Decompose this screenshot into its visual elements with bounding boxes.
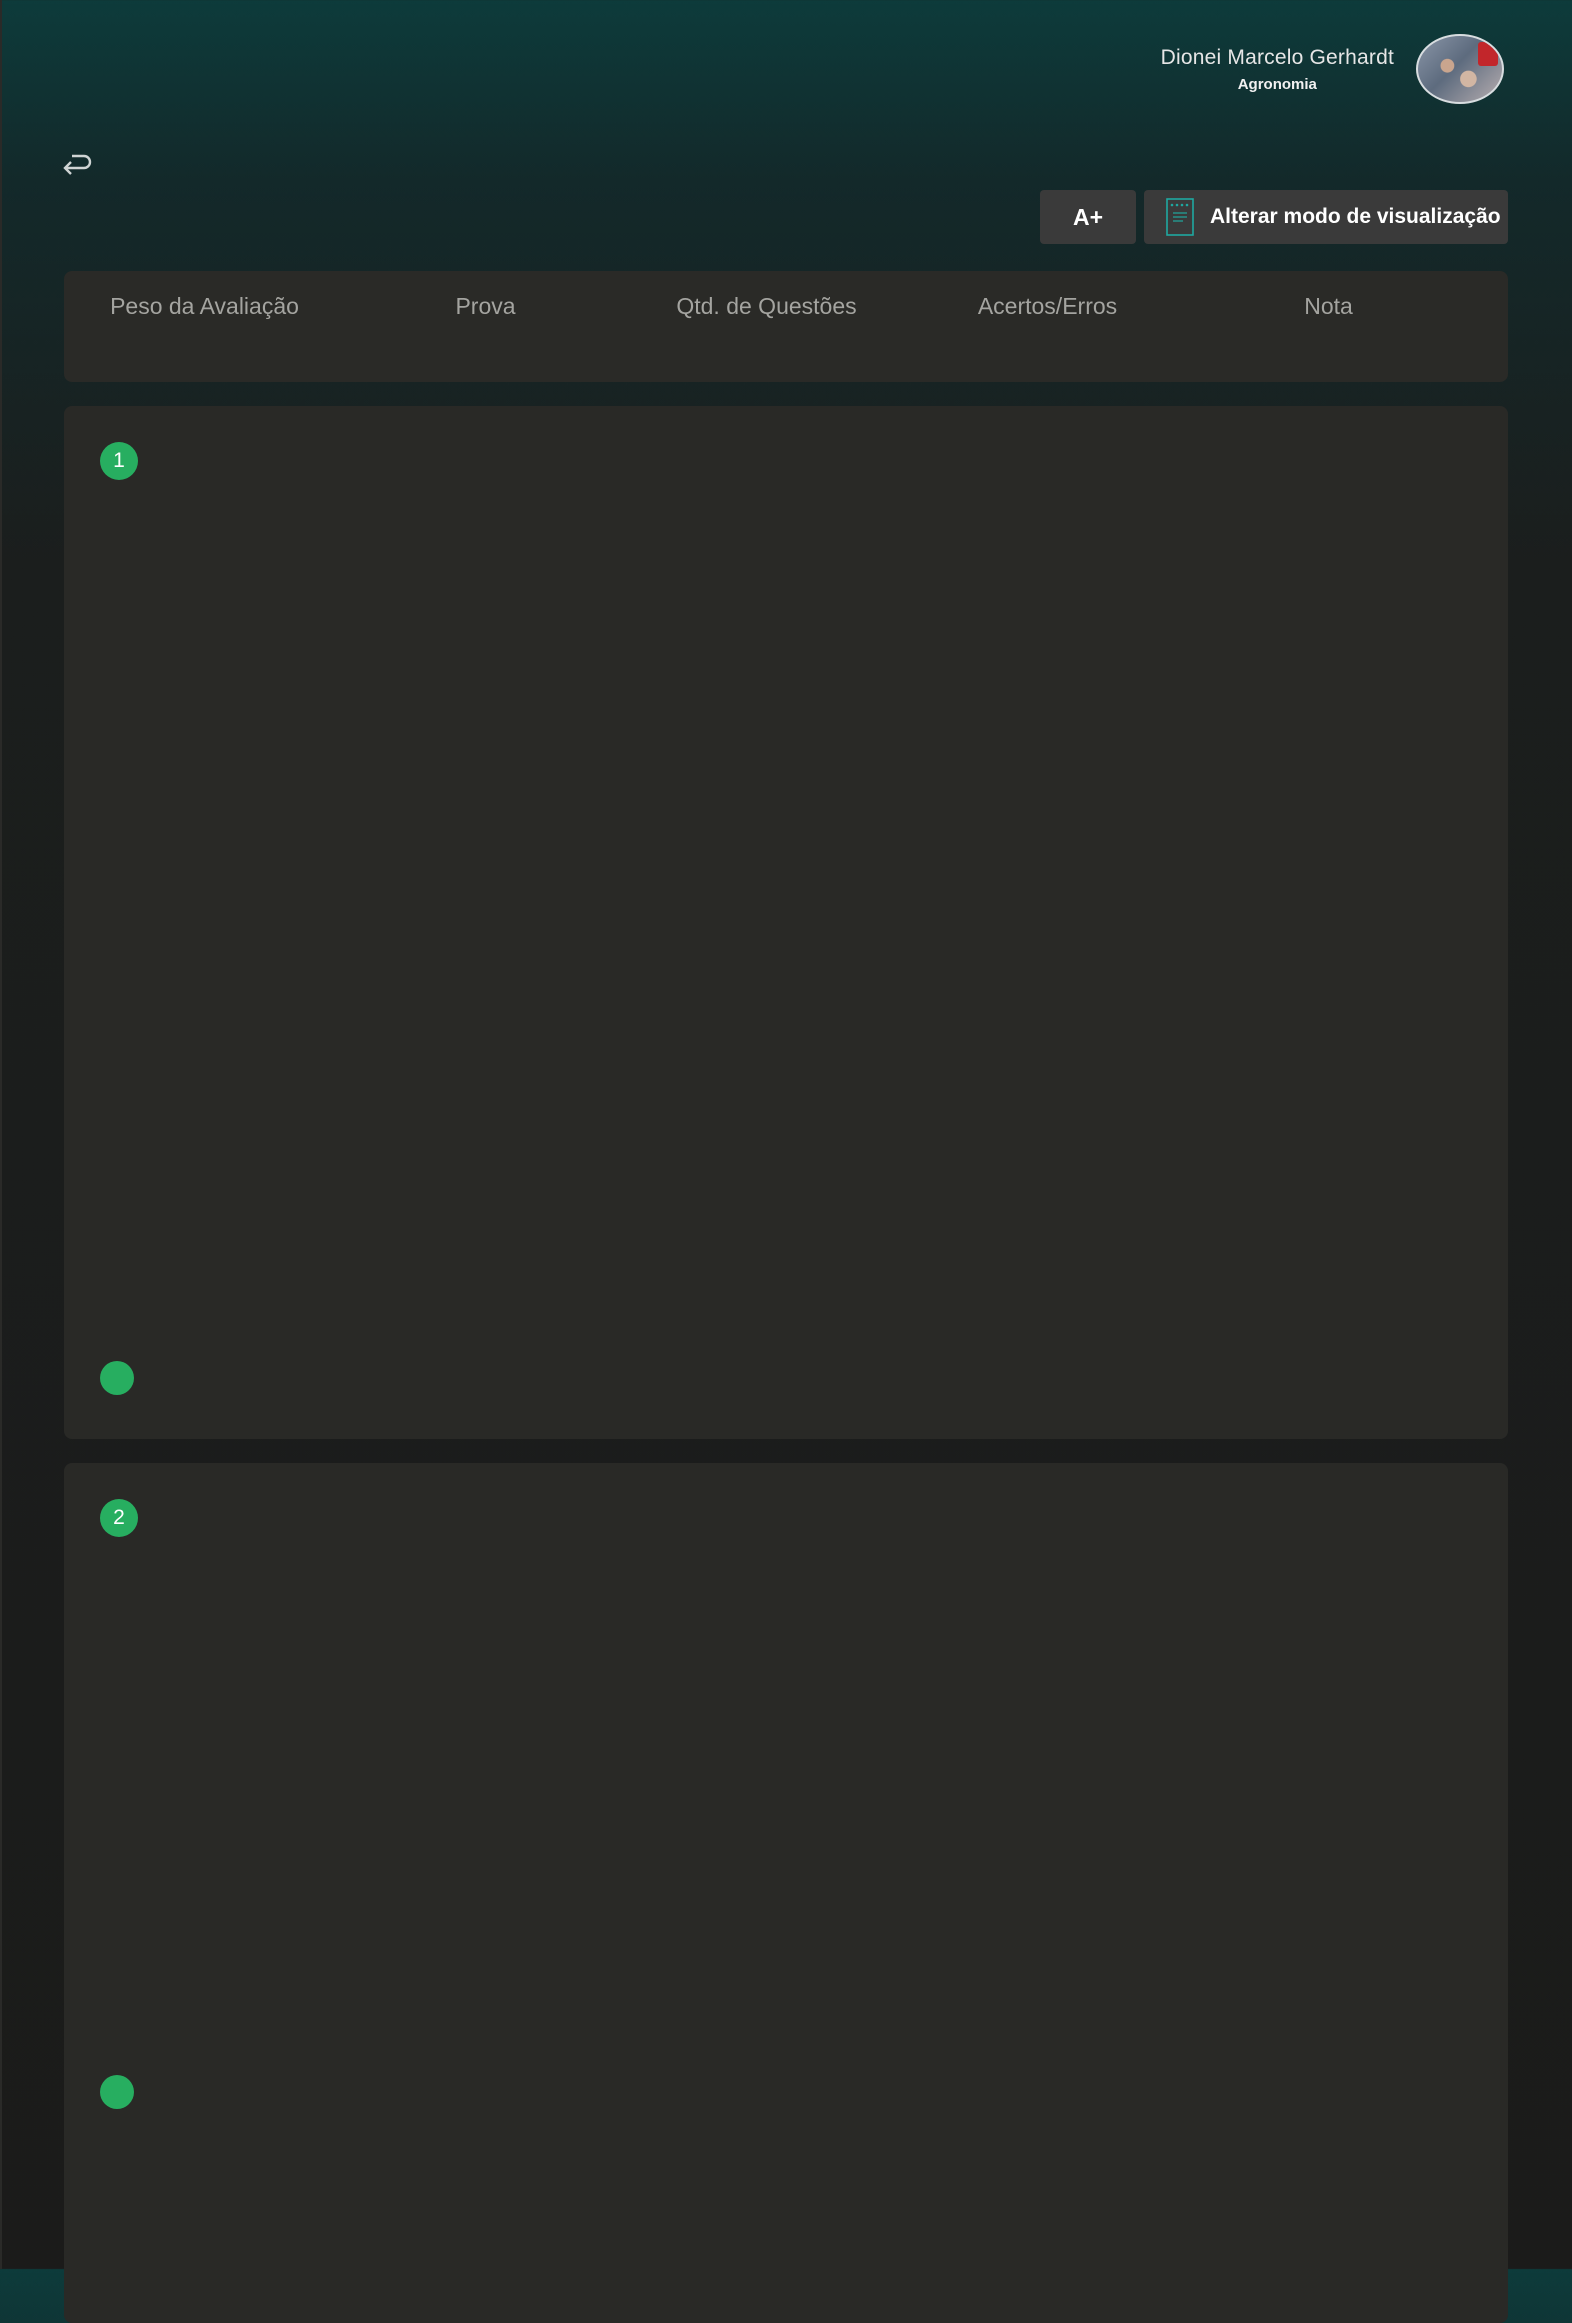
- document-icon: [1166, 198, 1194, 236]
- column-header-question-count: Qtd. de Questões: [676, 293, 857, 319]
- user-name: Dionei Marcelo Gerhardt: [1160, 45, 1394, 69]
- results-table-header: Peso da Avaliação Prova Qtd. de Questões…: [64, 271, 1508, 382]
- question-number-badge: 2: [100, 1499, 138, 1537]
- font-increase-button[interactable]: A+: [1040, 190, 1136, 244]
- answer-option-indicator[interactable]: [100, 2075, 134, 2109]
- left-edge-border: [0, 0, 2, 2269]
- column-header-correct-wrong: Acertos/Erros: [977, 293, 1118, 319]
- return-arrow-icon[interactable]: [62, 150, 92, 178]
- column-header-exam: Prova: [455, 293, 516, 319]
- answer-option-indicator[interactable]: [100, 1361, 134, 1395]
- question-card: 2: [64, 1463, 1508, 2323]
- avatar-badge: [1478, 42, 1498, 66]
- question-number-badge: 1: [100, 442, 138, 480]
- avatar[interactable]: [1416, 34, 1504, 104]
- column-header-weight: Peso da Avaliação: [110, 293, 299, 319]
- user-profile: Dionei Marcelo Gerhardt Agronomia: [1161, 34, 1504, 104]
- user-course: Agronomia: [1237, 75, 1317, 93]
- question-card: 1: [64, 406, 1508, 1439]
- column-header-grade: Nota: [1304, 293, 1353, 319]
- user-info: Dionei Marcelo Gerhardt Agronomia: [1161, 46, 1394, 93]
- change-view-mode-label: Alterar modo de visualização: [1210, 205, 1501, 228]
- font-increase-label: A+: [1072, 203, 1104, 230]
- change-view-mode-button[interactable]: Alterar modo de visualização: [1144, 190, 1508, 244]
